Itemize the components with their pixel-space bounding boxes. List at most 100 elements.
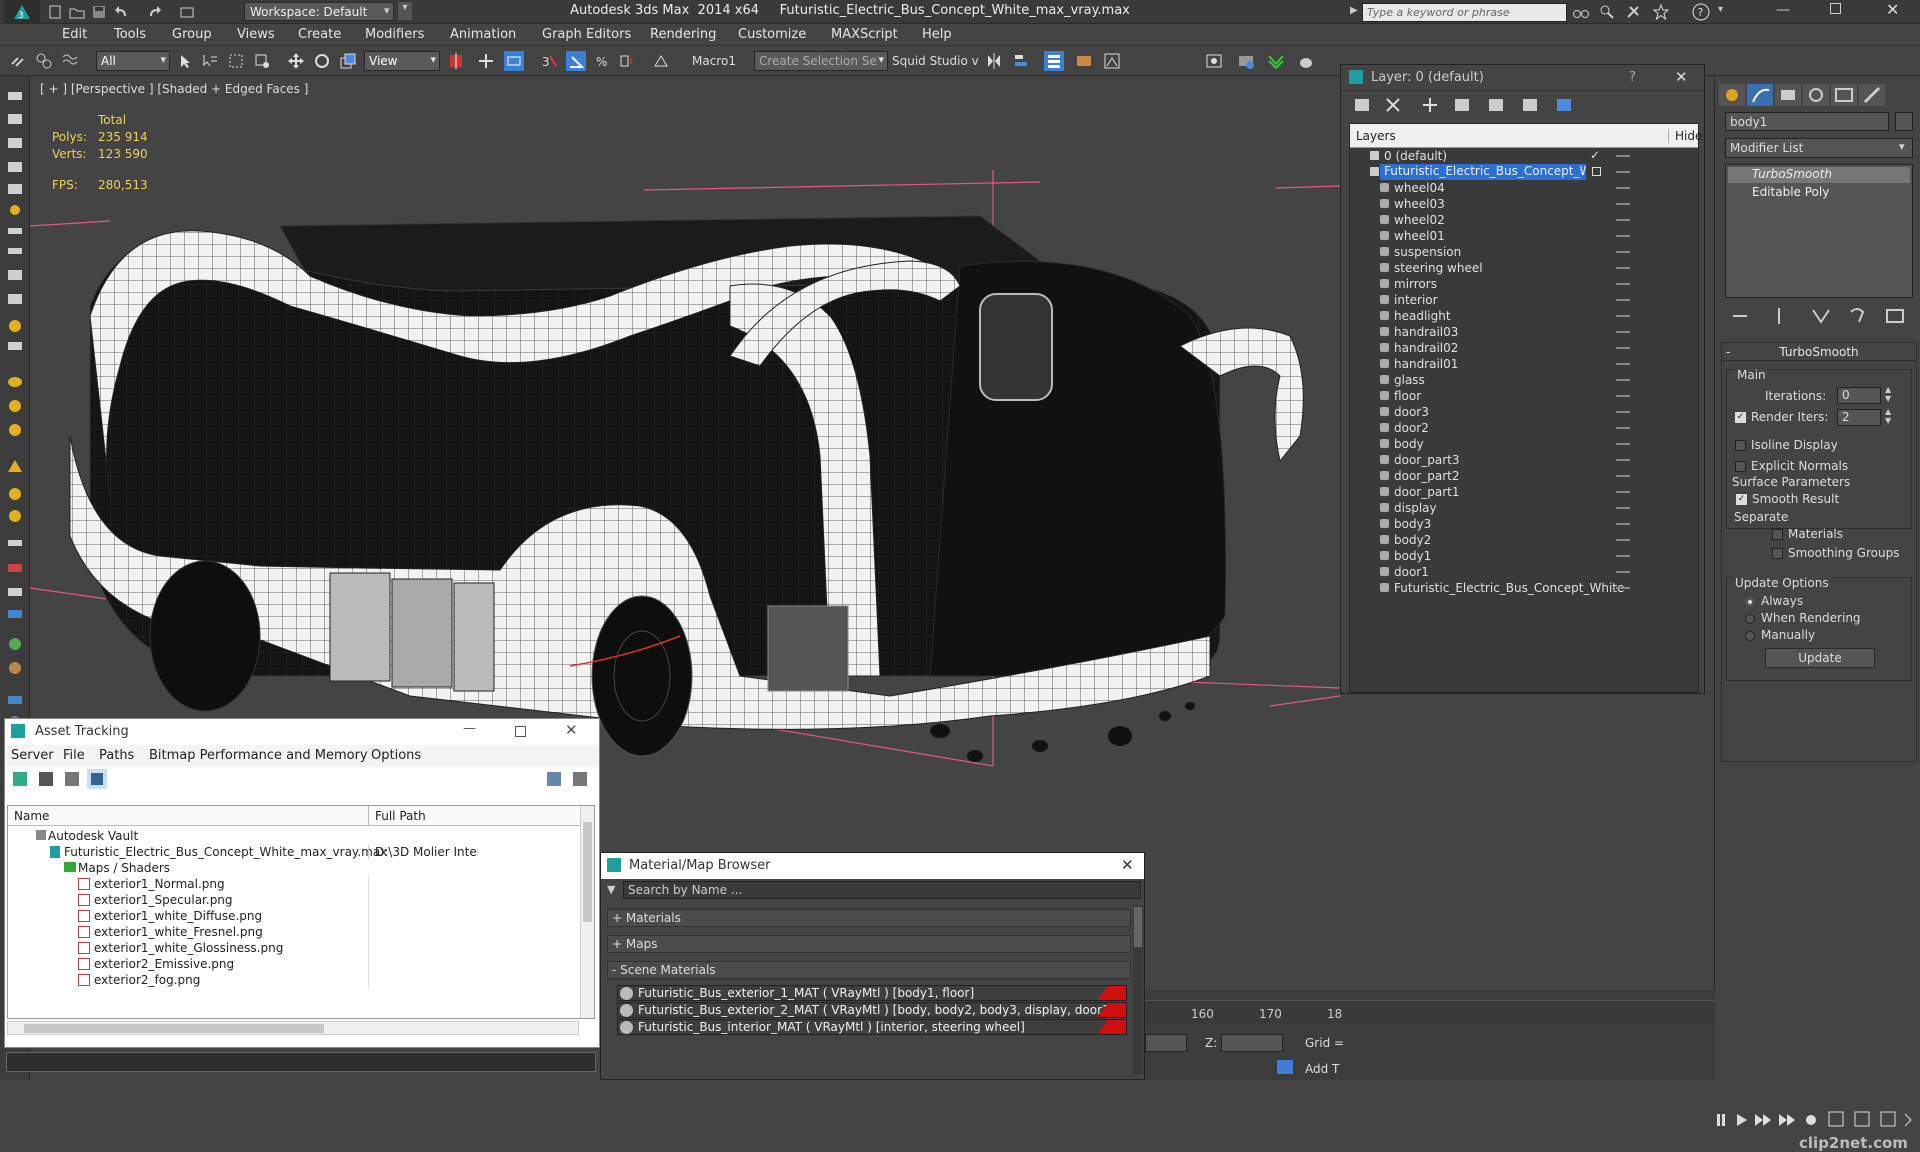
open-file-icon[interactable] (68, 3, 86, 21)
menu-create[interactable]: Create (298, 27, 341, 42)
communication-icon[interactable] (1624, 3, 1642, 21)
hide-toggle[interactable] (1616, 459, 1630, 461)
mirror-icon[interactable] (984, 51, 1004, 71)
col-hide[interactable]: Hide (1668, 129, 1702, 143)
object-row[interactable]: body2 (1350, 532, 1698, 548)
object-row[interactable]: door_part2 (1350, 468, 1698, 484)
asset-vscroll[interactable] (580, 806, 594, 1018)
binoculars-icon[interactable] (1572, 3, 1590, 21)
spinner-snap-icon[interactable] (616, 51, 636, 71)
menu-animation[interactable]: Animation (450, 27, 516, 42)
app-logo-icon[interactable]: 3 (4, 0, 40, 24)
menu-maxscript[interactable]: MAXScript (831, 27, 898, 42)
asset-map-row[interactable]: exterior2_Emissive.png (8, 956, 580, 972)
time-config-icon[interactable] (1277, 1060, 1293, 1074)
hide-toggle[interactable] (1616, 379, 1630, 381)
layer-help-icon[interactable]: ? (1629, 70, 1636, 85)
playback-controls[interactable] (1715, 1106, 1920, 1136)
hide-toggle[interactable] (1616, 475, 1630, 477)
asset-map-row[interactable]: exterior2_fog.png (8, 972, 580, 988)
hide-toggle[interactable] (1616, 363, 1630, 365)
menu-group[interactable]: Group (172, 27, 212, 42)
current-layer-box[interactable] (1592, 167, 1601, 176)
hide-toggle[interactable] (1616, 347, 1630, 349)
select-by-name-icon[interactable] (200, 51, 220, 71)
select-manipulate-icon[interactable] (476, 51, 496, 71)
graphite-tools-icon[interactable] (1102, 51, 1122, 71)
scene-material-item[interactable]: Futuristic_Bus_exterior_2_MAT ( VRayMtl … (617, 1002, 1127, 1018)
reference-coord-dropdown[interactable]: View (364, 51, 440, 71)
percent-snap-icon[interactable]: % (592, 51, 612, 71)
radio-manually[interactable] (1745, 631, 1755, 641)
snap-toggle-icon[interactable]: 3 (540, 51, 560, 71)
scale-icon[interactable] (338, 51, 358, 71)
object-row[interactable]: suspension (1350, 244, 1698, 260)
object-row[interactable]: door1 (1350, 564, 1698, 580)
squid-studio-label[interactable]: Squid Studio v (892, 54, 979, 68)
object-row[interactable]: body1 (1350, 548, 1698, 564)
hide-toggle[interactable] (1616, 283, 1630, 285)
add-time-tag[interactable]: Add T (1305, 1062, 1339, 1076)
mat-titlebar[interactable]: Material/Map Browser ✕ (601, 853, 1144, 879)
object-name-field[interactable]: body1 (1725, 112, 1889, 131)
hide-toggle[interactable] (1616, 411, 1630, 413)
favorites-star-icon[interactable] (1652, 3, 1670, 21)
object-row[interactable]: door2 (1350, 420, 1698, 436)
asset-toolbar-icons[interactable] (9, 769, 595, 791)
render-setup-icon[interactable] (1204, 51, 1224, 71)
new-file-icon[interactable] (46, 3, 64, 21)
asset-maximize-icon[interactable] (515, 726, 526, 737)
asset-close-icon[interactable]: ✕ (565, 721, 578, 739)
object-row[interactable]: headlight (1350, 308, 1698, 324)
hide-toggle[interactable] (1616, 155, 1630, 157)
radio-when-rendering[interactable] (1745, 614, 1755, 624)
command-panel-tabs[interactable] (1719, 84, 1919, 108)
materials-checkbox[interactable] (1772, 529, 1783, 540)
stack-editable-poly[interactable]: Editable Poly (1728, 185, 1910, 201)
menu-modifiers[interactable]: Modifiers (365, 27, 424, 42)
mat-close-icon[interactable]: ✕ (1121, 856, 1134, 874)
hide-toggle[interactable] (1616, 491, 1630, 493)
object-row[interactable]: interior (1350, 292, 1698, 308)
qa-more-icon[interactable]: ▾ (398, 2, 412, 20)
layer-row[interactable]: ✓ 0 (default) (1350, 148, 1698, 164)
object-row[interactable]: wheel01 (1350, 228, 1698, 244)
hide-toggle[interactable] (1616, 171, 1630, 173)
object-row[interactable]: floor (1350, 388, 1698, 404)
angle-snap-icon[interactable] (566, 51, 586, 71)
object-row[interactable]: body3 (1350, 516, 1698, 532)
layer-row[interactable]: Futuristic_Electric_Bus_Concept_White (1350, 164, 1698, 180)
redo-icon[interactable] (146, 3, 164, 21)
render-iters-spin-arrows[interactable]: ▲ ▼ (1885, 407, 1891, 425)
asset-map-row[interactable]: exterior1_Specular.png (8, 892, 580, 908)
hide-toggle[interactable] (1616, 219, 1630, 221)
radio-always[interactable] (1745, 597, 1755, 607)
hide-toggle[interactable] (1616, 331, 1630, 333)
search-expand-icon[interactable]: ▶ (1350, 5, 1358, 16)
asset-col-path[interactable]: Full Path (368, 806, 426, 826)
pivot-center-icon[interactable] (446, 51, 466, 71)
current-layer-check-icon[interactable]: ✓ (1590, 148, 1600, 162)
object-row[interactable]: Futuristic_Electric_Bus_Concept_White (1350, 580, 1698, 596)
select-object-icon[interactable] (176, 51, 196, 71)
asset-hscroll[interactable] (7, 1021, 579, 1035)
object-row[interactable]: handrail01 (1350, 356, 1698, 372)
render-iters-checkbox[interactable]: ✓ (1735, 412, 1746, 423)
edit-named-selection-icon[interactable] (652, 51, 672, 71)
asset-map-row[interactable]: exterior1_Normal.png (8, 876, 580, 892)
window-crossing-icon[interactable] (252, 51, 272, 71)
object-row[interactable]: wheel04 (1350, 180, 1698, 196)
asset-menu-bitmap[interactable]: Bitmap Performance and Memory (149, 748, 368, 763)
hide-toggle[interactable] (1616, 587, 1630, 589)
search-input[interactable]: Type a keyword or phrase (1362, 3, 1567, 22)
mat-search-input[interactable]: Search by Name ... (623, 881, 1141, 899)
hide-toggle[interactable] (1616, 299, 1630, 301)
x-coord-field[interactable] (1145, 1034, 1187, 1052)
workspace-arrow-icon[interactable]: ▾ (384, 4, 390, 17)
menu-graph-editors[interactable]: Graph Editors (542, 27, 631, 42)
mat-group-materials[interactable]: + Materials (607, 909, 1131, 927)
selection-filter-dropdown[interactable]: All (96, 51, 170, 71)
stack-tool-icons[interactable] (1725, 304, 1915, 328)
asset-row-maxfile[interactable]: Futuristic_Electric_Bus_Concept_White_ma… (8, 844, 580, 860)
scene-material-item[interactable]: Futuristic_Bus_exterior_1_MAT ( VRayMtl … (617, 985, 1127, 1001)
